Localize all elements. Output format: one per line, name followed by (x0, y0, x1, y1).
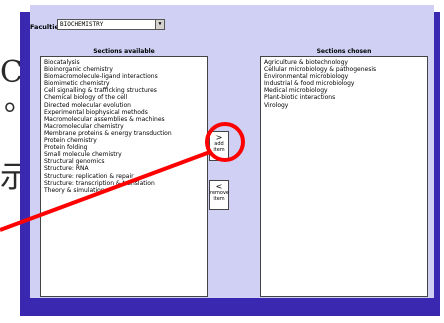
highlight-pointer-line (0, 150, 211, 232)
pointer-line (0, 150, 211, 232)
